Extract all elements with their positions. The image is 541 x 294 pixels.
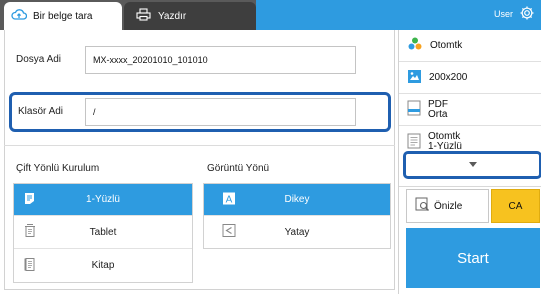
section-divider — [4, 145, 395, 146]
cloud-upload-icon — [11, 8, 28, 24]
file-name-field[interactable]: MX-xxxx_20201010_101010 — [85, 46, 356, 74]
portrait-icon: A — [222, 191, 236, 208]
tablet-icon — [24, 224, 36, 241]
tab-scan-document[interactable]: Bir belge tara — [4, 2, 122, 30]
panel-divider — [399, 186, 541, 187]
folder-name-field[interactable]: / — [85, 98, 356, 126]
duplex-setup-title: Çift Yönlü Kurulum — [16, 163, 100, 174]
settings-panel: Otomtk 200x200 PDF Orta Otomtk 1-Yüzlü Öni… — [398, 30, 541, 294]
color-mode-value: Otomtk — [430, 39, 463, 51]
orientation-option-landscape[interactable]: Yatay — [204, 216, 390, 248]
duplex-option-label: Kitap — [91, 260, 115, 271]
tab-print-label: Yazdır — [158, 10, 187, 22]
duplex-option-tablet[interactable]: Tablet — [14, 216, 192, 249]
tab-print[interactable]: Yazdır — [124, 2, 256, 30]
landscape-icon — [222, 224, 236, 241]
folder-name-label: Klasör Adi — [18, 106, 64, 117]
start-button[interactable]: Start — [406, 228, 540, 288]
clear-all-button[interactable]: CA — [491, 189, 540, 223]
preview-icon — [415, 197, 430, 215]
file-format-value: PDF Orta — [428, 99, 448, 120]
file-format-compression: Orta — [428, 108, 448, 120]
one-sided-icon — [24, 192, 35, 208]
duplex-option-label: 1-Yüzlü — [86, 194, 120, 205]
printer-icon — [136, 8, 151, 24]
caret-down-icon — [468, 160, 478, 171]
user-label[interactable]: User — [494, 9, 513, 19]
more-settings-button[interactable] — [403, 151, 541, 179]
header-bar: User — [256, 0, 541, 30]
tab-scan-label: Bir belge tara — [33, 10, 93, 22]
svg-text:A: A — [226, 194, 233, 205]
preview-button[interactable]: Önizle — [406, 189, 489, 223]
duplex-option-book[interactable]: Kitap — [14, 249, 192, 282]
resolution-value: 200x200 — [429, 71, 468, 83]
gear-icon[interactable] — [519, 5, 535, 24]
original-value: Otomtk 1-Yüzlü — [428, 132, 462, 152]
resolution-icon — [407, 69, 422, 87]
color-mode-icon — [407, 36, 423, 55]
duplex-option-1-sided[interactable]: 1-Yüzlü — [14, 184, 192, 216]
resolution-setting[interactable]: 200x200 — [399, 62, 541, 94]
preview-label: Önizle — [434, 200, 463, 212]
book-icon — [24, 257, 36, 274]
orientation-option-portrait[interactable]: A Dikey — [204, 184, 390, 216]
file-format-setting[interactable]: PDF Orta — [399, 94, 541, 126]
color-mode-setting[interactable]: Otomtk — [399, 30, 541, 62]
image-orientation-title: Görüntü Yönü — [207, 163, 270, 174]
duplex-option-label: Tablet — [89, 226, 117, 238]
file-name-label: Dosya Adi — [16, 54, 62, 65]
file-format-icon — [407, 100, 421, 119]
original-document-icon — [407, 133, 421, 152]
